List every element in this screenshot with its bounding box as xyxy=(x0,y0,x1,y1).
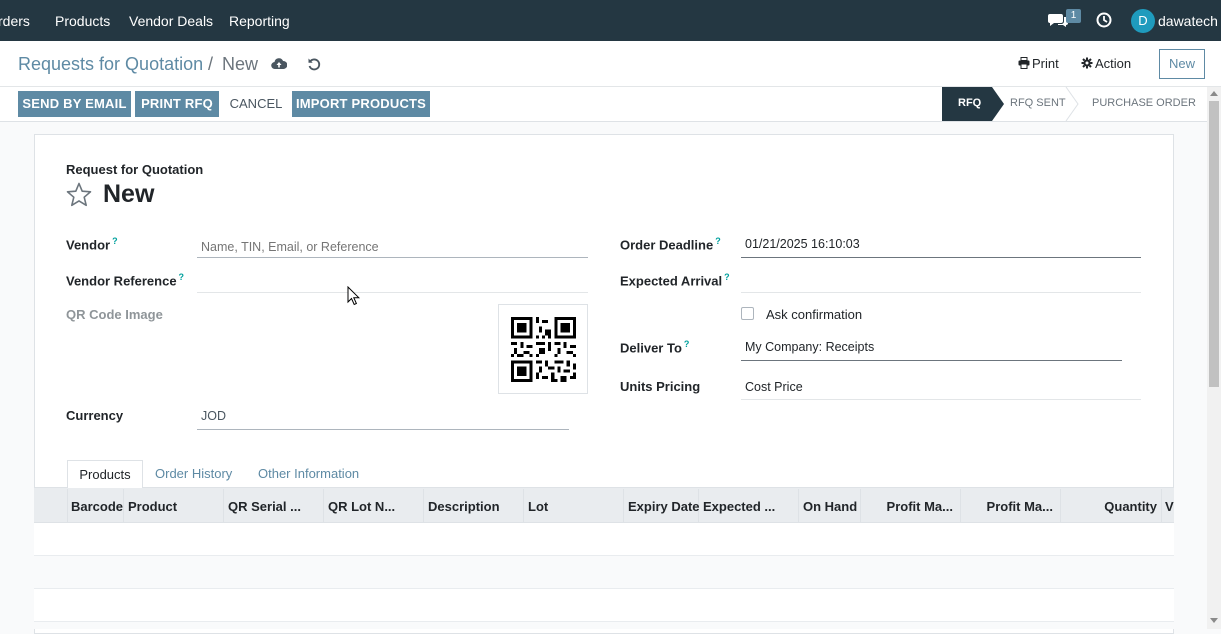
units-pricing-field[interactable]: Cost Price xyxy=(741,380,1141,400)
tab-products[interactable]: Products xyxy=(67,460,143,489)
table-row xyxy=(34,622,1174,629)
star-icon[interactable] xyxy=(66,182,92,210)
help-tooltip-icon[interactable]: ? xyxy=(724,272,730,282)
mouse-pointer-icon xyxy=(347,285,361,309)
tab-other-information[interactable]: Other Information xyxy=(258,460,359,488)
deliver-to-label: Deliver To? xyxy=(620,339,690,356)
vendor-reference-input[interactable] xyxy=(197,272,588,293)
save-cloud-icon[interactable] xyxy=(271,57,288,73)
column-header-description[interactable]: Description xyxy=(428,499,500,514)
column-header-barcode[interactable]: Barcode xyxy=(71,499,123,514)
menu-vendor-deals[interactable]: Vendor Deals xyxy=(129,13,213,29)
record-title: New xyxy=(103,180,155,208)
column-header-lot[interactable]: Lot xyxy=(528,499,548,514)
print-icon[interactable] xyxy=(1018,57,1030,72)
currency-field[interactable]: JOD xyxy=(197,409,569,430)
discard-undo-icon[interactable] xyxy=(307,57,321,74)
table-row xyxy=(34,556,1174,589)
vendor-reference-label: Vendor Reference? xyxy=(66,272,185,289)
status-step-rfq-sent[interactable]: RFQ SENT xyxy=(1010,97,1066,109)
help-tooltip-icon[interactable]: ? xyxy=(112,236,118,246)
column-header-qr-serial[interactable]: QR Serial ... xyxy=(228,499,301,514)
units-pricing-label: Units Pricing xyxy=(620,379,701,394)
column-header-profit-margin-2[interactable]: Profit Ma... xyxy=(964,499,1053,514)
user-avatar[interactable]: D xyxy=(1131,9,1155,33)
vendor-input[interactable] xyxy=(197,236,588,258)
new-button[interactable]: New xyxy=(1159,49,1205,79)
expected-arrival-label: Expected Arrival? xyxy=(620,272,730,289)
clock-icon[interactable] xyxy=(1096,12,1112,31)
scrollbar-thumb[interactable] xyxy=(1209,101,1219,387)
menu-orders[interactable]: rders xyxy=(0,13,30,29)
page-scrollbar[interactable] xyxy=(1207,87,1221,629)
vendor-label: Vendor? xyxy=(66,236,118,253)
column-header-qr-lot[interactable]: QR Lot N... xyxy=(328,499,395,514)
status-step-rfq[interactable]: RFQ xyxy=(958,97,981,109)
control-panel: Requests for Quotation / New Print Actio… xyxy=(0,41,1221,87)
action-bar: SEND BY EMAIL PRINT RFQ CANCEL IMPORT PR… xyxy=(0,87,1221,122)
import-products-button[interactable]: IMPORT PRODUCTS xyxy=(292,91,430,117)
gear-icon[interactable] xyxy=(1081,57,1093,72)
action-button[interactable]: Action xyxy=(1095,56,1131,71)
scroll-up-arrow[interactable] xyxy=(1210,91,1218,96)
scroll-down-arrow[interactable] xyxy=(1210,618,1218,623)
top-navbar: rders Products Vendor Deals Reporting 1 … xyxy=(0,0,1221,41)
help-tooltip-icon[interactable]: ? xyxy=(684,339,690,349)
menu-reporting[interactable]: Reporting xyxy=(229,13,290,29)
ask-confirmation-label[interactable]: Ask confirmation xyxy=(766,307,862,322)
currency-label: Currency xyxy=(66,408,124,423)
cancel-button[interactable]: CANCEL xyxy=(224,91,288,117)
table-row xyxy=(34,589,1174,622)
column-header-profit-margin-1[interactable]: Profit Ma... xyxy=(864,499,953,514)
print-button[interactable]: Print xyxy=(1032,56,1059,71)
document-type-label: Request for Quotation xyxy=(66,162,204,177)
table-row xyxy=(34,523,1174,556)
column-header-expiry-date[interactable]: Expiry Date xyxy=(628,499,700,514)
column-header-expected[interactable]: Expected ... xyxy=(703,499,775,514)
status-step-purchase-order[interactable]: PURCHASE ORDER xyxy=(1092,97,1196,109)
message-count-badge: 1 xyxy=(1066,9,1081,23)
breadcrumb-separator: / xyxy=(208,54,214,74)
tab-order-history[interactable]: Order History xyxy=(155,460,232,488)
status-bar: RFQ RFQ SENT PURCHASE ORDER xyxy=(942,87,1221,121)
print-rfq-button[interactable]: PRINT RFQ xyxy=(135,91,219,117)
help-tooltip-icon[interactable]: ? xyxy=(179,272,185,282)
column-header-quantity[interactable]: Quantity xyxy=(1064,499,1157,514)
expected-arrival-field[interactable] xyxy=(741,272,1141,293)
qr-code-image[interactable] xyxy=(498,304,588,394)
menu-products[interactable]: Products xyxy=(55,13,110,29)
user-name[interactable]: dawatech xyxy=(1158,13,1218,29)
send-by-email-button[interactable]: SEND BY EMAIL xyxy=(18,91,131,117)
column-header-on-hand[interactable]: On Hand xyxy=(803,499,857,514)
deliver-to-field[interactable]: My Company: Receipts xyxy=(741,340,1122,361)
breadcrumb-parent[interactable]: Requests for Quotation xyxy=(18,54,203,75)
qr-code-image-label: QR Code Image xyxy=(66,307,163,322)
help-tooltip-icon[interactable]: ? xyxy=(715,236,721,246)
column-header-product[interactable]: Product xyxy=(128,499,177,514)
ask-confirmation-checkbox[interactable] xyxy=(741,307,754,320)
column-header-v[interactable]: V xyxy=(1165,499,1174,514)
order-deadline-label: Order Deadline? xyxy=(620,236,721,253)
order-deadline-field[interactable]: 01/21/2025 16:10:03 xyxy=(741,237,1141,258)
breadcrumb-current: New xyxy=(222,54,259,74)
